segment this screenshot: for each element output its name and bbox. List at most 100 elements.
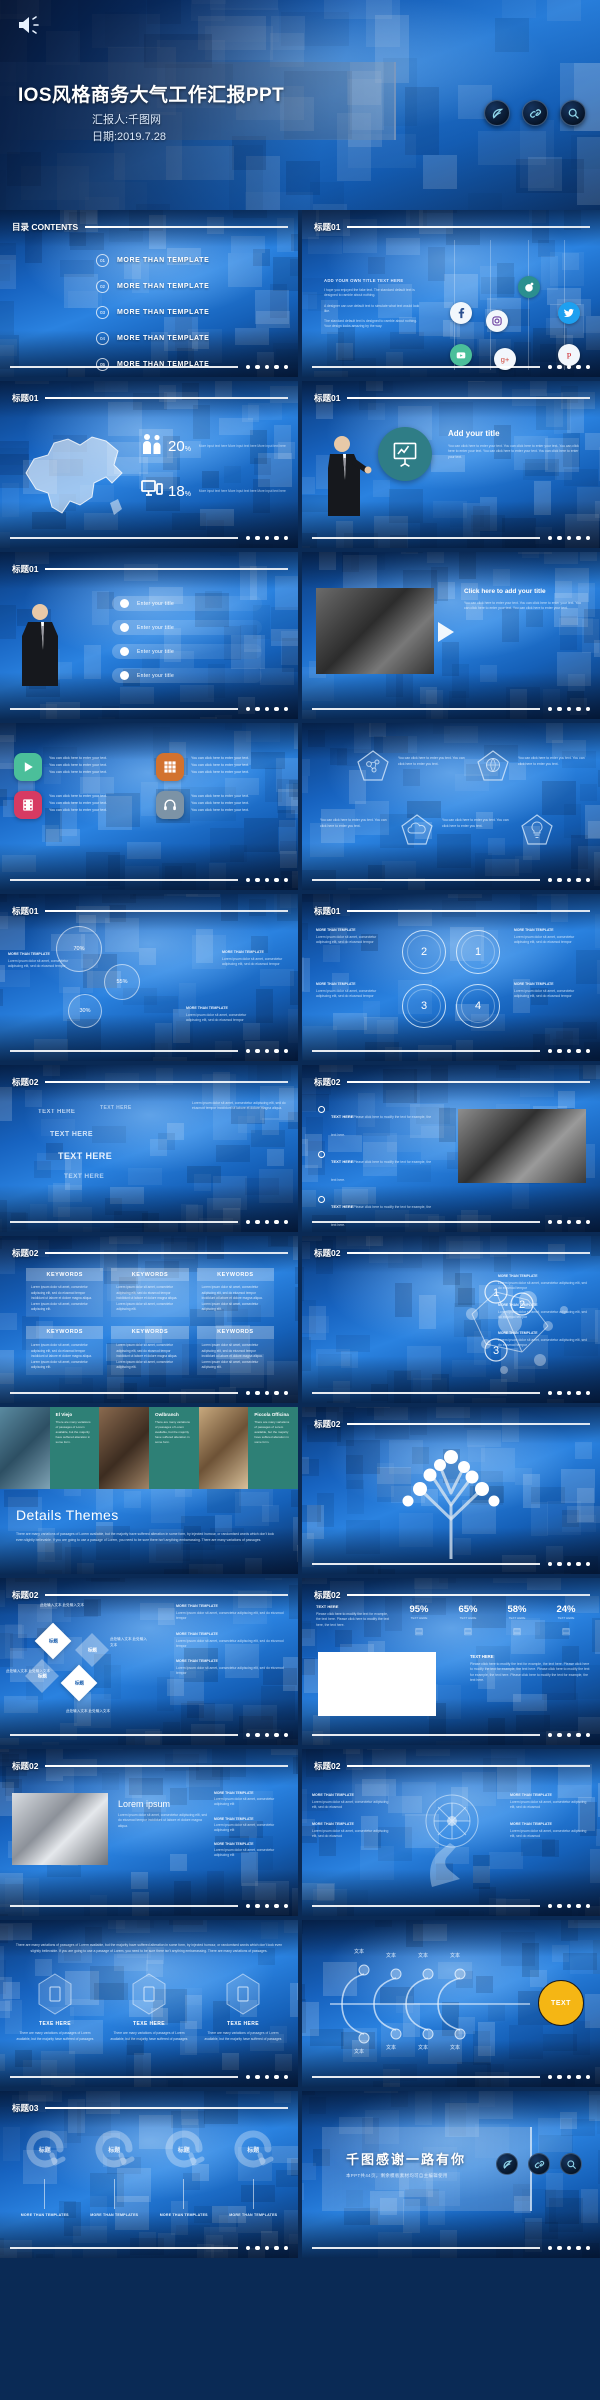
slide-keywords[interactable]: 标题02 KEYWORDS Lorem ipsum dolor sit amet,…	[0, 1236, 298, 1403]
laptop-right-copy: MORE THAN TEMPLATE Lorem ipsum dolor sit …	[214, 1791, 288, 1859]
list-item[interactable]: 03 MORE THAN TEMPLATE	[96, 306, 209, 319]
leaf-icon[interactable]	[496, 2153, 518, 2175]
cell-caption: MORE THAN TEMPLATES	[90, 2213, 139, 2217]
list-item[interactable]: 04 MORE THAN TEMPLATE	[96, 332, 209, 345]
cell-heading: TEXE HERE	[39, 2021, 71, 2027]
table-row[interactable]: KEYWORDS Lorem ipsum dolor sit amet, cons…	[26, 1325, 104, 1375]
bullet-dot-icon	[120, 623, 129, 632]
search-icon[interactable]	[560, 2153, 582, 2175]
video-thumbnail[interactable]	[316, 588, 434, 674]
pentagon-text: You can click here to enter you text. Yo…	[320, 818, 387, 829]
slide-social[interactable]: 标题01 ADD YOUR OWN TITLE TEXT HERE I hope…	[302, 210, 600, 377]
list-item[interactable]: You can click here to enter your text. Yo…	[14, 791, 144, 819]
copy-block: MORE THAN TEMPLATE Lorem ipsum dolor sit …	[510, 1793, 587, 1810]
hexagon-row: TEXE HERE There are many variations of p…	[14, 1972, 284, 2043]
slide-app-icons[interactable]: You can click here to enter your text. Yo…	[0, 723, 298, 890]
play-icon	[14, 753, 42, 781]
pentagon-text: You can click here to enter you text. Yo…	[442, 818, 509, 829]
slide-fishbone[interactable]: 文本 文本 文本 文本 文本 文本 文本 文本 TEXT	[302, 1920, 600, 2087]
hexagon-cell[interactable]: TEXE HERE There are many variations of p…	[202, 1972, 284, 2043]
slide-heading: 目录 CONTENTS	[12, 221, 288, 233]
leaf-icon[interactable]	[484, 100, 510, 126]
table-row[interactable]: KEYWORDS Lorem ipsum dolor sit amet, cons…	[111, 1268, 189, 1317]
thankyou-title: 千图感谢一路有你	[346, 2152, 467, 2167]
gallery-cell[interactable]: Owlbranch There are many variations of pa…	[149, 1407, 199, 1489]
slide-video[interactable]: Click here to add your title You can cli…	[302, 552, 600, 719]
table-row[interactable]: KEYWORDS Lorem ipsum dolor sit amet, cons…	[111, 1325, 189, 1375]
list-item[interactable]: TEXT HEREPlease click here to modify the…	[318, 1105, 434, 1141]
copy-body: You can click here to enter your text. Y…	[448, 444, 579, 459]
gallery-cell[interactable]	[198, 1407, 249, 1489]
slide-arrows[interactable]: 标题03 标题 MORE THAN TEMPLATES 标题 MORE THAN…	[0, 2091, 298, 2258]
table-row[interactable]: KEYWORDS Lorem ipsum dolor sit amet, cons…	[196, 1268, 274, 1317]
arrow-cell[interactable]: 标题 MORE THAN TEMPLATES	[10, 2125, 80, 2217]
table-row[interactable]: KEYWORDS Lorem ipsum dolor sit amet, cons…	[26, 1268, 104, 1317]
hexagon-cell[interactable]: TEXE HERE There are many variations of p…	[108, 1972, 190, 2043]
slide-title-label: 标题01	[12, 564, 39, 574]
slide-gears[interactable]: 标题01 70% 55% 30% MORE THAN TEMPLATE Lorem…	[0, 894, 298, 1061]
social-copy: ADD YOUR OWN TITLE TEXT HERE I hope you …	[324, 278, 424, 335]
arrow-circle-icon: 标题	[21, 2125, 69, 2173]
list-item[interactable]: 02 MORE THAN TEMPLATE	[96, 280, 209, 293]
instagram-icon[interactable]	[486, 310, 508, 332]
slide-tree[interactable]: 标题02	[302, 1407, 600, 1574]
slide-numbered-circles[interactable]: 标题01 2 1 3 4 MORE THAN TEMPLATE Lorem ips…	[302, 894, 600, 1061]
slide-gallery[interactable]: El Viejo There are many variations of pas…	[0, 1407, 298, 1574]
list-item[interactable]: Enter your title	[112, 644, 262, 659]
list-item[interactable]: Enter your title	[112, 596, 262, 611]
slide-title-label: 标题01	[314, 393, 341, 403]
facebook-icon[interactable]	[450, 302, 472, 324]
list-item[interactable]: You can click here to enter your text. Yo…	[156, 753, 286, 781]
slide-pentagons[interactable]: You can click here to enter you text. Yo…	[302, 723, 600, 890]
speaker-icon	[16, 14, 42, 36]
item-number: 01	[96, 254, 109, 267]
cell-value: Lorem ipsum dolor sit amet, consectetur …	[111, 1281, 189, 1317]
link-icon[interactable]	[528, 2153, 550, 2175]
slide-laptop[interactable]: 标题02 Lorem ipsum Lorem ipsum dolor sit a…	[0, 1749, 298, 1916]
hexagon-cell[interactable]: TEXE HERE There are many variations of p…	[14, 1972, 96, 2043]
gallery-cell[interactable]: Piccola Officina There are many variation…	[248, 1407, 298, 1489]
list-item[interactable]: TEXT HEREPlease click here to modify the…	[318, 1150, 434, 1186]
twitter-icon[interactable]	[558, 302, 580, 324]
list-item[interactable]: Enter your title	[112, 620, 262, 635]
gallery-cell[interactable]	[0, 1407, 50, 1489]
slide-presenter[interactable]: 标题01 Add your title You can click here t…	[302, 381, 600, 548]
gallery-cell[interactable]: El Viejo There are many variations of pas…	[49, 1407, 100, 1489]
play-icon[interactable]	[438, 622, 454, 642]
slide-text-cloud[interactable]: 标题02 TEXT HERE TEXT HERE TEXT HERE TEXT …	[0, 1065, 298, 1232]
weibo-icon[interactable]	[518, 276, 540, 298]
slide-percent[interactable]: 标题02 TEXT HERE Please click here to modi…	[302, 1578, 600, 1745]
list-item[interactable]: 01 MORE THAN TEMPLATE	[96, 254, 209, 267]
slide-contents[interactable]: 目录 CONTENTS 01 MORE THAN TEMPLATE 02 MORE …	[0, 210, 298, 377]
arrow-cell[interactable]: 标题 MORE THAN TEMPLATES	[80, 2125, 150, 2217]
slide-team[interactable]: 标题02 TEXT HEREPlease click here to modif…	[302, 1065, 600, 1232]
list-item[interactable]: TEXT HEREPlease click here to modify the…	[318, 1195, 434, 1231]
gallery-cell[interactable]	[99, 1407, 150, 1489]
link-icon[interactable]	[522, 100, 548, 126]
slide-row: You can click here to enter your text. Yo…	[0, 723, 600, 894]
list-item[interactable]: You can click here to enter your text. Yo…	[14, 753, 144, 781]
slide-molecule[interactable]: 标题02 1 2 3 MORE THAN TEMPLATE Lorem ipsu…	[302, 1236, 600, 1403]
arrow-cell[interactable]: 标题 MORE THAN TEMPLATES	[219, 2125, 289, 2217]
slide-tech[interactable]: 标题02 MORE THAN TEMPLATE Lorem ipsum dolor…	[302, 1749, 600, 1916]
diamond-note: 此处输入文本 此处输入文本	[40, 1603, 85, 1607]
table-row[interactable]: KEYWORDS Lorem ipsum dolor sit amet, cons…	[196, 1325, 274, 1375]
slide-hexagons[interactable]: There are many variations of passages of…	[0, 1920, 298, 2087]
slide-bullets[interactable]: 标题01 Enter your title Enter your title E…	[0, 552, 298, 719]
youtube-icon[interactable]	[450, 344, 472, 366]
item-label: Enter your title	[137, 600, 175, 607]
list-item[interactable]: You can click here to enter your text. Yo…	[156, 791, 286, 819]
arrow-cell[interactable]: 标题 MORE THAN TEMPLATES	[149, 2125, 219, 2217]
column-header: KEYWORDS	[196, 1325, 274, 1339]
search-icon[interactable]	[560, 100, 586, 126]
slide-map-stats[interactable]: 标题01 20% More input text here More input…	[0, 381, 298, 548]
pinterest-icon[interactable]: P	[558, 344, 580, 366]
slide-row: 标题03 标题 MORE THAN TEMPLATES 标题 MORE THAN…	[0, 2091, 600, 2262]
item-label: MORE THAN TEMPLATE	[117, 257, 210, 264]
slide-thank-you[interactable]: 千图感谢一路有你 本PPT共44页，剩余模板素材均可自主编辑使用	[302, 2091, 600, 2258]
copy-block: MORE THAN TEMPLATE Lorem Ipsum dolor sit …	[176, 1659, 284, 1676]
slide-diamonds[interactable]: 标题02 标题 标题 标题 标题 此处输入文本 此处输入文本 此处输入文本 此处…	[0, 1578, 298, 1745]
numbered-circle-grid: 2 1 3 4	[398, 924, 506, 1032]
list-item[interactable]: Enter your title	[112, 668, 262, 683]
photo-gallery: El Viejo There are many variations of pas…	[0, 1407, 298, 1489]
